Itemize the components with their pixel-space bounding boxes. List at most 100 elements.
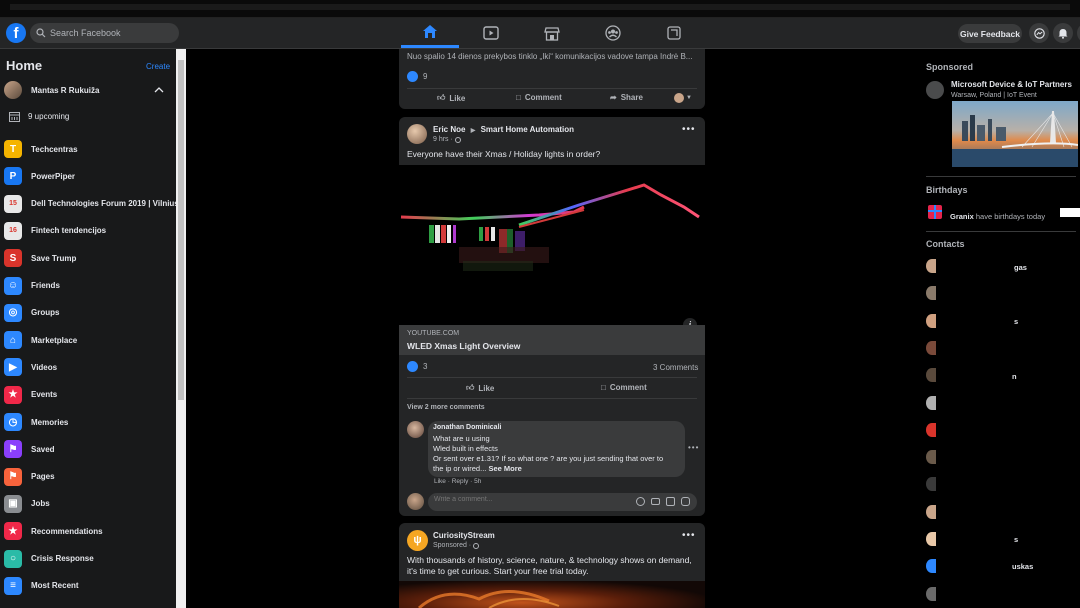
sidebar-item-label: PowerPiper bbox=[31, 171, 76, 181]
info-icon[interactable]: i bbox=[683, 318, 697, 325]
my-avatar bbox=[407, 493, 424, 510]
sidebar-item-friends[interactable]: ☺ Friends bbox=[4, 275, 174, 297]
gif-icon[interactable] bbox=[666, 497, 675, 506]
comment-line: the ip or wired... bbox=[433, 464, 487, 473]
sidebar-item-calendar-16[interactable]: 16 Fintech tendencijos bbox=[4, 220, 174, 242]
chevron-up-icon[interactable] bbox=[154, 86, 164, 93]
share-label: Share bbox=[620, 93, 643, 102]
author-name[interactable]: Eric Noe bbox=[433, 125, 465, 134]
thumbs-up-icon: 👍︎ bbox=[466, 383, 475, 392]
globe-icon bbox=[454, 136, 461, 143]
contact-fragment: s bbox=[1014, 317, 1019, 326]
divider bbox=[926, 231, 1076, 232]
avatar bbox=[674, 93, 684, 103]
curiositystream-logo-icon[interactable]: ψ bbox=[407, 530, 428, 551]
group-name[interactable]: Smart Home Automation bbox=[481, 125, 575, 134]
birthday-text[interactable]: Granix have birthdays today bbox=[950, 212, 1045, 221]
tab-watch[interactable] bbox=[462, 18, 520, 48]
share-button[interactable]: ➦ Share bbox=[610, 93, 643, 102]
fire-image bbox=[418, 589, 560, 608]
sidebar-item-recommendations[interactable]: ★ Recommendations bbox=[4, 520, 174, 542]
comment-button[interactable]: □ Comment bbox=[516, 93, 562, 102]
comment-author[interactable]: Jonathan Dominicali bbox=[433, 424, 501, 431]
comment-line: Or sent over e1.31? If so what one ? are… bbox=[433, 454, 664, 463]
tab-groups[interactable] bbox=[584, 18, 642, 48]
post-card-3: ψ CuriosityStream Sponsored · ••• With t… bbox=[399, 523, 705, 608]
sidebar-item-techcentras[interactable]: T Techcentras bbox=[4, 138, 174, 160]
sidebar-item-events[interactable]: ★ Events bbox=[4, 384, 174, 406]
videos-icon: ▶ bbox=[4, 358, 22, 377]
notifications-button[interactable] bbox=[1053, 23, 1073, 43]
view-more-comments-link[interactable]: View 2 more comments bbox=[407, 404, 485, 411]
avatar bbox=[4, 81, 22, 99]
sidebar-item-memories[interactable]: ◷ Memories bbox=[4, 411, 174, 433]
comment-meta[interactable]: Like · Reply · 5h bbox=[434, 478, 481, 485]
sidebar-item-most-recent[interactable]: ≡ Most Recent bbox=[4, 575, 174, 597]
sidebar-item-label: Friends bbox=[31, 281, 60, 290]
comment-input[interactable] bbox=[434, 496, 624, 503]
give-feedback-button[interactable]: Give Feedback bbox=[958, 24, 1022, 43]
search-box[interactable] bbox=[30, 23, 179, 43]
commenter-avatar[interactable] bbox=[407, 421, 424, 438]
sidebar-item-label: Crisis Response bbox=[31, 554, 94, 563]
search-input[interactable] bbox=[50, 28, 175, 38]
messenger-button[interactable] bbox=[1029, 23, 1049, 43]
sidebar-item-videos[interactable]: ▶ Videos bbox=[4, 356, 174, 378]
home-icon bbox=[423, 25, 437, 38]
see-more-link[interactable]: See More bbox=[488, 464, 521, 473]
audience-selector[interactable]: ▼ bbox=[674, 93, 692, 103]
ad-avatar[interactable] bbox=[926, 81, 944, 99]
tab-gaming[interactable] bbox=[645, 18, 703, 48]
left-scrollbar-thumb[interactable] bbox=[178, 60, 184, 400]
write-comment-box[interactable] bbox=[428, 493, 697, 511]
sidebar-item-crisis-response[interactable]: ○ Crisis Response bbox=[4, 548, 174, 570]
create-link[interactable]: Create bbox=[146, 62, 170, 71]
comment-icon: □ bbox=[601, 383, 606, 392]
more-options-icon[interactable]: ••• bbox=[682, 124, 696, 135]
marketplace-icon: ⌂ bbox=[4, 331, 22, 350]
sidebar-item-saved[interactable]: ⚑ Saved bbox=[4, 438, 174, 460]
tab-marketplace[interactable] bbox=[523, 18, 581, 48]
comment-icon: □ bbox=[516, 93, 521, 102]
facebook-logo-icon[interactable]: f bbox=[6, 23, 26, 43]
author-avatar[interactable] bbox=[407, 124, 427, 144]
author-name[interactable]: CuriosityStream bbox=[433, 531, 495, 540]
upcoming-events-row[interactable]: 9 upcoming bbox=[4, 105, 174, 127]
profile-row[interactable]: Mantas R Rukuiža bbox=[4, 79, 174, 101]
post-time[interactable]: 9 hrs · bbox=[433, 136, 453, 143]
comment-button[interactable]: □ Comment bbox=[601, 383, 647, 392]
crisis-response-icon: ○ bbox=[4, 549, 22, 568]
share-icon: ➦ bbox=[610, 93, 617, 102]
ad-image[interactable] bbox=[399, 581, 705, 608]
sidebar-item-groups[interactable]: ◎ Groups bbox=[4, 302, 174, 324]
contact-fragment: gas bbox=[1014, 263, 1027, 272]
sidebar-item-pages[interactable]: ⚑ Pages bbox=[4, 466, 174, 488]
sidebar-item-powerpiper[interactable]: P PowerPiper bbox=[4, 165, 174, 187]
video-thumbnail[interactable]: i bbox=[399, 165, 705, 325]
sidebar-item-jobs[interactable]: ▣ Jobs bbox=[4, 493, 174, 515]
warsaw-skyline-image bbox=[952, 111, 1078, 167]
comment-last-line: the ip or wired... See More bbox=[433, 464, 522, 473]
camera-icon[interactable] bbox=[651, 498, 660, 505]
ad-image[interactable] bbox=[952, 101, 1078, 167]
comments-count[interactable]: 3 Comments bbox=[653, 363, 698, 372]
emoji-icon[interactable] bbox=[636, 497, 645, 506]
like-button[interactable]: 👍︎ Like bbox=[437, 93, 465, 103]
link-title: WLED Xmas Light Overview bbox=[407, 341, 521, 351]
sidebar-item-save-trump[interactable]: S Save Trump bbox=[4, 247, 174, 269]
contacts-redaction bbox=[936, 253, 1016, 608]
comment-options-icon[interactable]: ••• bbox=[688, 443, 699, 452]
sticker-icon[interactable] bbox=[681, 497, 690, 506]
jobs-icon: ▣ bbox=[4, 494, 22, 513]
sidebar-item-marketplace[interactable]: ⌂ Marketplace bbox=[4, 329, 174, 351]
more-options-icon[interactable]: ••• bbox=[682, 530, 696, 541]
tab-home[interactable] bbox=[401, 18, 459, 48]
gift-icon bbox=[928, 205, 942, 219]
link-preview-footer[interactable]: YOUTUBE.COM WLED Xmas Light Overview bbox=[399, 325, 705, 355]
reaction-summary[interactable]: 9 bbox=[407, 71, 427, 82]
ad-title[interactable]: Microsoft Device & IoT Partners bbox=[951, 80, 1072, 89]
sidebar-item-calendar-15[interactable]: 15 Dell Technologies Forum 2019 | Vilnius bbox=[4, 193, 179, 215]
sponsored-label[interactable]: Sponsored · bbox=[433, 542, 471, 549]
reaction-summary[interactable]: 3 bbox=[407, 361, 427, 372]
like-button[interactable]: 👍︎ Like bbox=[466, 383, 494, 393]
